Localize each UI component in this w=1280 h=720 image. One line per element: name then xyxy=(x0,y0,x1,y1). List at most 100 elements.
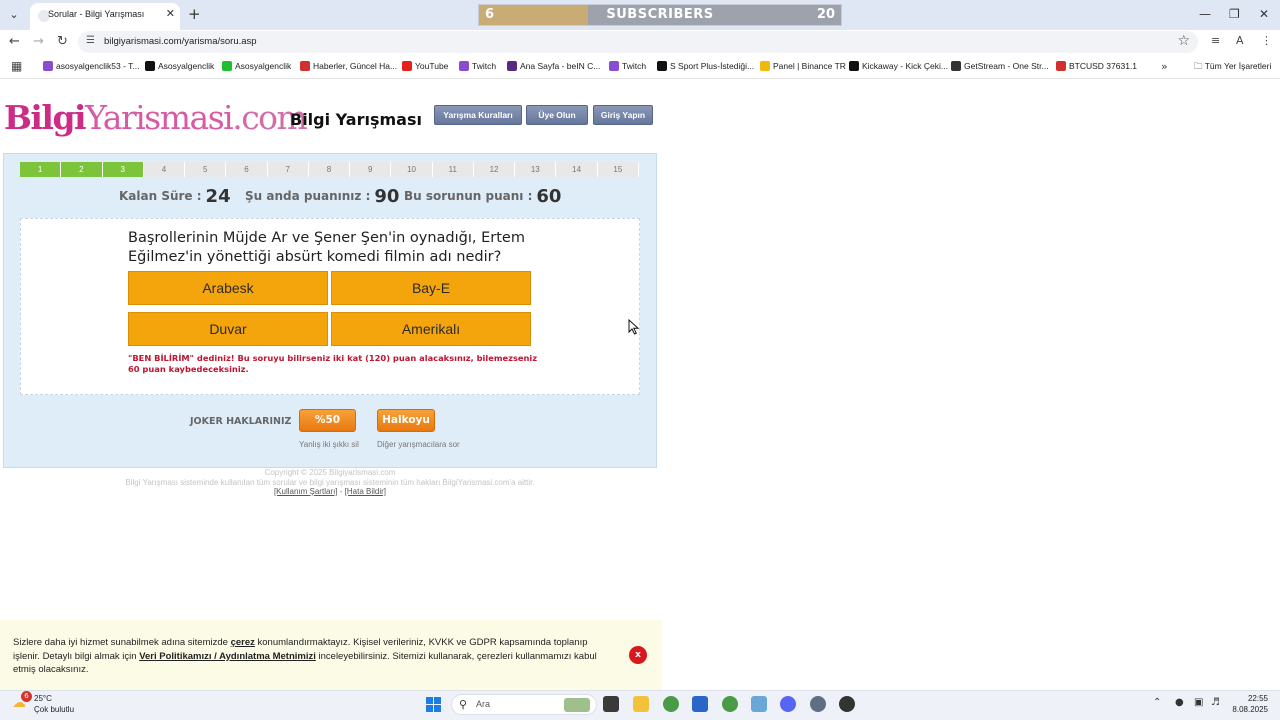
progress-step: 9 xyxy=(350,162,392,177)
terms-link[interactable]: [Kullanım Şartları] xyxy=(274,487,338,496)
question-points: Bu sorunun puanı :60 xyxy=(404,186,561,207)
obs-icon[interactable] xyxy=(839,696,855,712)
translate-icon[interactable]: A xyxy=(1236,34,1244,47)
tab-close-icon[interactable]: ✕ xyxy=(166,7,175,20)
new-tab-icon[interactable]: + xyxy=(188,5,201,23)
joker-public-button[interactable]: Halkoyu xyxy=(377,409,435,432)
discord-icon[interactable] xyxy=(780,696,796,712)
bookmark-item[interactable]: GetStream - One Str... xyxy=(951,61,1049,75)
tab-list-icon[interactable]: ⌄ xyxy=(4,5,24,25)
microphone-icon[interactable]: ● xyxy=(1175,697,1184,708)
reading-list-icon[interactable]: ≡ xyxy=(1211,34,1220,47)
answer-a-button[interactable]: Arabesk xyxy=(128,271,328,305)
signup-button[interactable]: Üye Olun xyxy=(526,105,588,125)
bookmark-item[interactable]: Asosyalgenclik xyxy=(145,61,214,75)
rules-button[interactable]: Yarışma Kuralları xyxy=(434,105,522,125)
bookmark-item[interactable]: YouTube xyxy=(402,61,448,75)
taskbar-search[interactable]: ⚲ Ara xyxy=(451,694,597,715)
forward-icon[interactable]: → xyxy=(33,34,44,49)
bookmark-item[interactable]: BTCUSD 37631.1 xyxy=(1056,61,1137,75)
cookie-close-button[interactable]: x xyxy=(629,646,647,664)
cookie-text: Sizlere daha iyi hizmet sunabilmek adına… xyxy=(13,636,608,677)
progress-step: 1 xyxy=(20,162,62,177)
settings-gear-icon[interactable] xyxy=(810,696,826,712)
getstream-icon xyxy=(951,61,961,71)
joker-public-desc: Diğer yarışmacılara sor xyxy=(377,440,460,449)
question-progress-steps: 1 2 3 4 5 6 7 8 9 10 11 12 13 14 15 xyxy=(20,162,639,177)
footer-links: [Kullanım Şartları] - [Hata Bildir] xyxy=(3,487,657,496)
bookmark-star-icon[interactable]: ☆ xyxy=(1177,33,1190,49)
progress-step: 10 xyxy=(391,162,433,177)
windows-start-icon[interactable] xyxy=(426,697,441,712)
progress-step: 11 xyxy=(432,162,474,177)
tray-chevron-icon[interactable]: ⌃ xyxy=(1153,697,1161,708)
minimize-icon[interactable]: — xyxy=(1199,7,1211,21)
clock-date[interactable]: 8.08.2025 xyxy=(1232,705,1268,714)
bookmark-label: asosyalgenclik53 - T... xyxy=(56,61,140,71)
url-text[interactable]: bilgiyarismasi.com/yarisma/soru.asp xyxy=(104,36,257,47)
chrome-icon[interactable] xyxy=(663,696,679,712)
bookmarks-overflow-icon[interactable]: » xyxy=(1161,60,1168,73)
bookmark-label: Kickaway - Kick Çeki... xyxy=(862,61,948,71)
all-bookmarks[interactable]: 🗀 Tüm Yer İşaretleri xyxy=(1194,61,1271,75)
back-icon[interactable]: ← xyxy=(9,34,20,49)
ben-bilirim-warning: "BEN BİLİRİM" dediniz! Bu soruyu bilirse… xyxy=(128,353,538,374)
bookmark-label: Panel | Binance TR xyxy=(773,61,846,71)
bookmark-label: Ana Sayfa - beIN C... xyxy=(520,61,601,71)
chrome-profile-icon[interactable] xyxy=(722,696,738,712)
address-bar[interactable]: ☰ bilgiyarismasi.com/yarisma/soru.asp ☆ xyxy=(78,31,1198,53)
weather-description[interactable]: Çok bulutlu xyxy=(34,705,74,714)
bookmark-item[interactable]: Twitch xyxy=(459,61,496,75)
menu-kebab-icon[interactable]: ⋮ xyxy=(1261,34,1272,47)
app-icon[interactable] xyxy=(751,696,767,712)
site-info-icon[interactable]: ☰ xyxy=(86,35,95,46)
search-icon: ⚲ xyxy=(459,698,468,711)
privacy-policy-link[interactable]: Veri Politikamızı / Aydınlatma Metnimizi xyxy=(139,651,316,662)
answer-b-button[interactable]: Bay-E xyxy=(331,271,531,305)
joker-fifty-desc: Yanlış iki şıkkı sil xyxy=(299,440,359,449)
report-error-link[interactable]: [Hata Bildir] xyxy=(345,487,386,496)
restore-icon[interactable]: ❐ xyxy=(1229,7,1240,21)
joker-fifty-button[interactable]: %50 xyxy=(299,409,356,432)
bookmark-item[interactable]: Twitch xyxy=(609,61,646,75)
bookmark-item[interactable]: Ana Sayfa - beIN C... xyxy=(507,61,600,75)
progress-step: 5 xyxy=(185,162,227,177)
bookmark-label: S Sport Plus-İstediği... xyxy=(670,61,755,71)
remaining-time-value: 24 xyxy=(205,186,231,207)
file-explorer-icon[interactable] xyxy=(633,696,649,712)
bookmark-label: GetStream - One Str... xyxy=(964,61,1049,71)
login-button[interactable]: Giriş Yapın xyxy=(593,105,653,125)
bookmark-item[interactable]: Asosyalgenclik xyxy=(222,61,291,75)
logo-text-bilgi: Bilgi xyxy=(4,98,87,137)
bookmark-item[interactable]: S Sport Plus-İstediği... xyxy=(657,61,754,75)
weather-temperature[interactable]: 25°C xyxy=(34,694,52,703)
bookmark-item[interactable]: Panel | Binance TR xyxy=(760,61,846,75)
network-icon[interactable]: ▣ xyxy=(1194,697,1203,708)
reload-icon[interactable]: ↻ xyxy=(57,34,68,49)
remaining-time: Kalan Süre :24 xyxy=(119,186,231,207)
current-score-value: 90 xyxy=(374,186,400,207)
cookie-link[interactable]: çerez xyxy=(231,637,255,648)
bookmark-item[interactable]: Haberler, Güncel Ha... xyxy=(300,61,397,75)
window-close-icon[interactable]: ✕ xyxy=(1259,7,1269,21)
logo-text-yarismasi: Yarismasi xyxy=(85,98,234,137)
question-points-label: Bu sorunun puanı : xyxy=(404,189,533,203)
bookmark-item[interactable]: Kickaway - Kick Çeki... xyxy=(849,61,948,75)
clock-time[interactable]: 22:55 xyxy=(1246,694,1268,703)
store-icon[interactable] xyxy=(692,696,708,712)
twitch-icon xyxy=(459,61,469,71)
apps-grid-icon[interactable]: ▦ xyxy=(11,59,22,73)
site-logo[interactable]: BilgiYarismasi.com xyxy=(4,98,308,137)
task-view-icon[interactable] xyxy=(603,696,619,712)
answer-c-button[interactable]: Duvar xyxy=(128,312,328,346)
kickaway-icon xyxy=(849,61,859,71)
bein-icon xyxy=(507,61,517,71)
bookmark-item[interactable]: asosyalgenclik53 - T... xyxy=(43,61,139,75)
copyright-text: Copyright © 2025 Bilgiyarismasi.com xyxy=(264,468,396,477)
binance-icon xyxy=(760,61,770,71)
progress-step: 8 xyxy=(308,162,351,177)
answer-d-button[interactable]: Amerikalı xyxy=(331,312,531,346)
progress-step: 2 xyxy=(61,162,103,177)
volume-icon[interactable]: ♬ xyxy=(1211,697,1220,708)
active-tab[interactable]: Sorular - Bilgi Yarışması ✕ xyxy=(30,3,180,30)
